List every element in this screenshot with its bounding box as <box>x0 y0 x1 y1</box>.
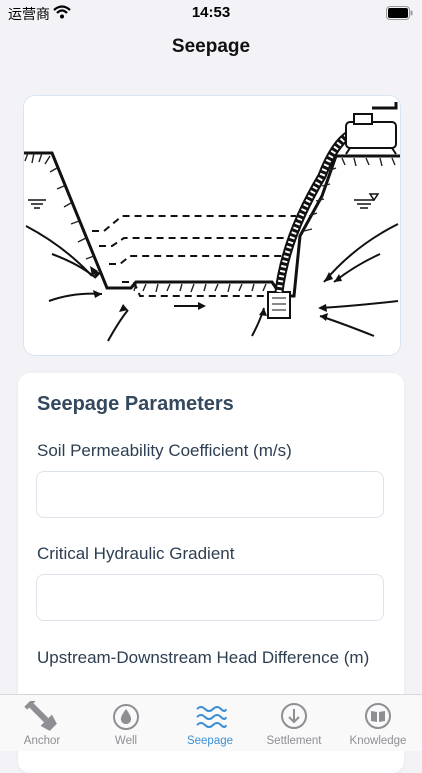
head-difference-label: Upstream-Downstream Head Difference (m) <box>37 648 370 667</box>
water-drop-icon <box>113 704 139 730</box>
tab-anchor[interactable]: Anchor <box>0 695 84 751</box>
critical-gradient-input[interactable] <box>36 574 384 621</box>
arrow-down-circle-icon <box>281 703 307 729</box>
tab-label-anchor: Anchor <box>23 735 61 747</box>
status-time: 14:53 <box>191 4 231 21</box>
permeability-label: Soil Permeability Coefficient (m/s) <box>37 441 292 460</box>
tab-well[interactable]: Well <box>84 695 168 751</box>
seepage-diagram <box>23 95 401 356</box>
tab-bar: Anchor Well Seepage Settlement Knowledge <box>0 694 422 751</box>
critical-gradient-label: Critical Hydraulic Gradient <box>37 544 235 563</box>
excavation-seepage-illustration <box>24 102 400 342</box>
tab-knowledge[interactable]: Knowledge <box>336 695 420 751</box>
page-title: Seepage <box>171 36 251 57</box>
permeability-input[interactable] <box>36 471 384 518</box>
waves-icon <box>196 706 227 728</box>
tab-label-knowledge: Knowledge <box>349 735 407 747</box>
tab-label-well: Well <box>114 735 138 747</box>
status-bar: 运营商 14:53 <box>0 0 422 26</box>
tab-settlement[interactable]: Settlement <box>252 695 336 751</box>
battery-icon <box>386 6 413 20</box>
anchor-shovel-icon <box>24 701 57 731</box>
tab-label-seepage: Seepage <box>186 735 234 747</box>
tab-label-settlement: Settlement <box>266 735 322 747</box>
book-icon <box>365 703 391 729</box>
section-title: Seepage Parameters <box>37 393 234 415</box>
tab-seepage[interactable]: Seepage <box>168 695 252 751</box>
